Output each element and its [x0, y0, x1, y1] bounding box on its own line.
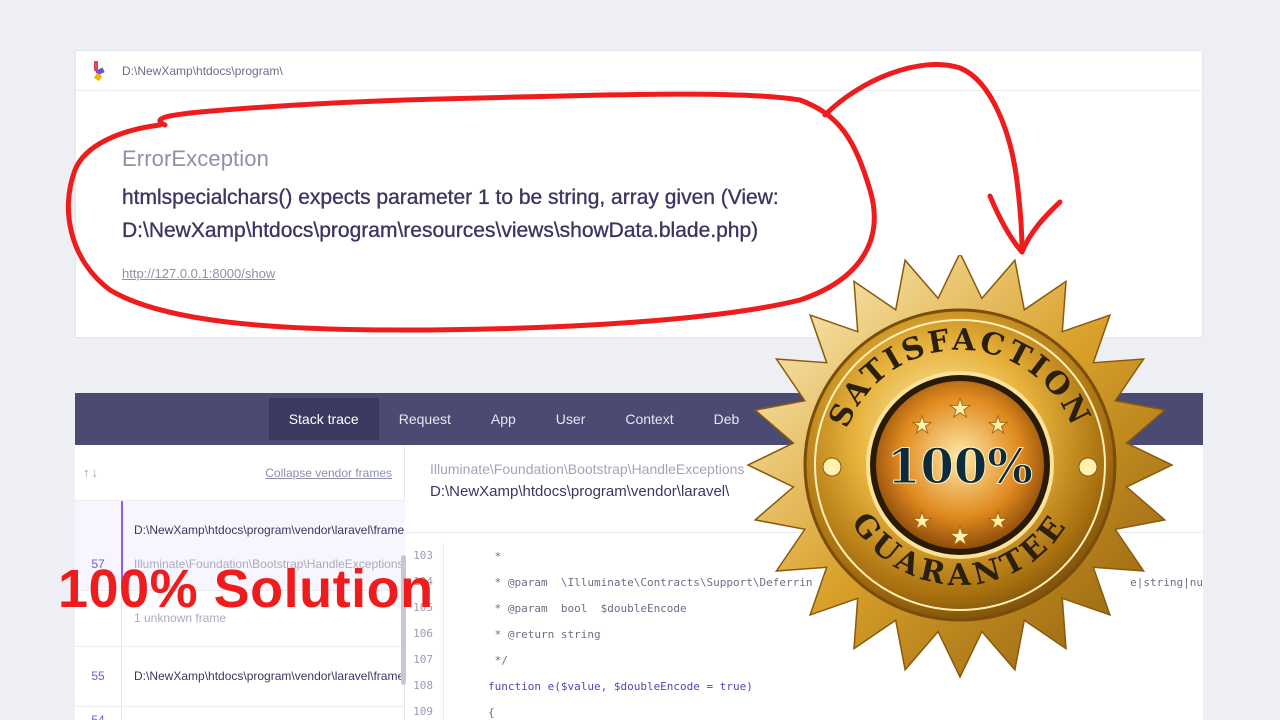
- badge-dot-right: [1078, 457, 1098, 477]
- svg-text:★: ★: [948, 393, 971, 423]
- badge-center-text: 100%: [887, 439, 1033, 495]
- badge-dot-left: [822, 457, 842, 477]
- svg-text:★: ★: [911, 412, 933, 439]
- satisfaction-guarantee-badge: SATISFACTION GUARANTEE 100% ★ ★ ★ ★ ★ ★: [746, 255, 1174, 679]
- solution-overlay-text: 100% Solution: [58, 559, 434, 619]
- svg-text:★: ★: [911, 508, 933, 535]
- svg-text:★: ★: [987, 412, 1009, 439]
- svg-text:★: ★: [948, 521, 971, 551]
- svg-text:★: ★: [987, 508, 1009, 535]
